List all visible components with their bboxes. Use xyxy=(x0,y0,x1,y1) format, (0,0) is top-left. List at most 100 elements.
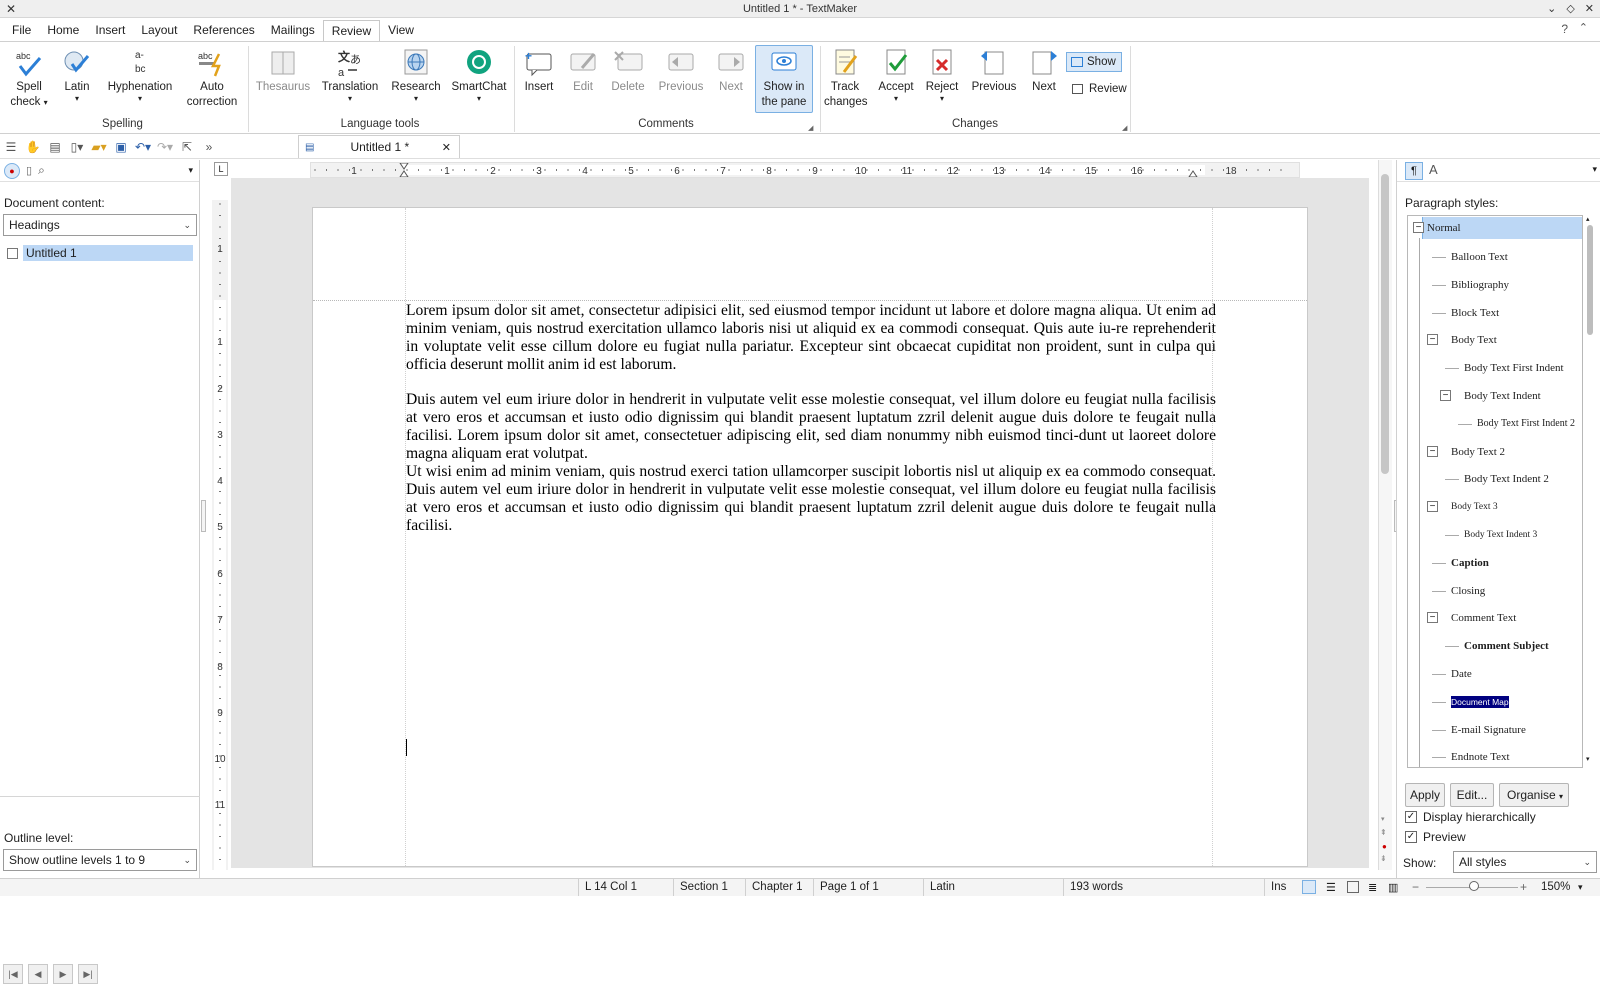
zoom-level[interactable]: 150% xyxy=(1541,879,1570,896)
hyphenation-button[interactable]: a-bc Hyphenation ▾ xyxy=(104,46,176,103)
pointer-icon[interactable]: ⇱ xyxy=(176,136,198,158)
display-hierarchically-checkbox[interactable]: ✓ xyxy=(1405,811,1417,823)
outline-view-icon[interactable]: ☰ xyxy=(1326,880,1336,897)
first-item-button[interactable]: |◀ xyxy=(3,964,23,984)
style-item[interactable]: Document Map xyxy=(1408,691,1582,713)
styles-list-scrollbar[interactable]: ▴ ▾ xyxy=(1585,215,1595,768)
style-item[interactable]: − Body Text 2 xyxy=(1408,441,1582,463)
collapse-node-icon[interactable]: − xyxy=(1427,334,1438,346)
search-icon[interactable]: ⌕ xyxy=(38,163,45,178)
previous-change-button[interactable]: Previous xyxy=(968,46,1020,95)
collapse-node-icon[interactable]: − xyxy=(1427,612,1438,624)
full-screen-icon[interactable]: ▥ xyxy=(1388,880,1398,897)
previous-comment-button[interactable]: Previous xyxy=(656,46,706,95)
left-splitter-handle[interactable] xyxy=(201,500,206,532)
menu-layout[interactable]: Layout xyxy=(133,20,185,40)
style-item[interactable]: Balloon Text xyxy=(1408,246,1582,268)
sidebar-menu-icon[interactable]: ▾ xyxy=(1592,164,1597,175)
close-tab-icon[interactable]: ✕ xyxy=(442,141,451,154)
navigator-icon[interactable]: ● xyxy=(4,162,20,179)
next-item-button[interactable]: ▶ xyxy=(53,964,73,984)
accept-button[interactable]: Accept ▾ xyxy=(876,46,916,103)
normal-view-icon[interactable] xyxy=(1302,880,1316,894)
collapse-node-icon[interactable]: − xyxy=(1413,222,1424,233)
sidebar-menu-icon[interactable]: ▾ xyxy=(188,165,193,176)
collapse-node-icon[interactable]: − xyxy=(1427,445,1438,457)
show-styles-select[interactable]: All styles ⌄ xyxy=(1453,851,1597,873)
thesaurus-button[interactable]: Thesaurus xyxy=(254,46,312,95)
close-icon[interactable]: ✕ xyxy=(6,0,16,18)
previous-page-icon[interactable]: ⇞ xyxy=(1380,828,1387,837)
edit-mode-icon[interactable]: ▤ xyxy=(44,136,66,158)
style-item[interactable]: Body Text Indent 2 xyxy=(1408,468,1582,490)
zoom-menu-icon[interactable]: ▾ xyxy=(1578,879,1583,896)
translation-button[interactable]: 文あa Translation ▾ xyxy=(318,46,382,103)
document-page[interactable]: Lorem ipsum dolor sit amet, consectetur … xyxy=(312,207,1308,867)
hamburger-menu-icon[interactable]: ☰ xyxy=(0,136,22,158)
track-changes-button[interactable]: Track changes xyxy=(824,46,867,110)
menu-file[interactable]: File xyxy=(4,20,39,40)
insert-comment-button[interactable]: + Insert xyxy=(520,46,558,95)
preview-checkbox[interactable]: ✓ xyxy=(1405,831,1417,843)
zoom-in-icon[interactable]: + xyxy=(1520,879,1527,896)
collapse-node-icon[interactable]: − xyxy=(1427,501,1438,513)
next-change-button[interactable]: Next xyxy=(1026,46,1062,95)
spell-check-button[interactable]: abc Spell check ▾ xyxy=(8,46,50,110)
redo-icon[interactable]: ↷▾ xyxy=(154,136,176,158)
style-item[interactable]: − Body Text xyxy=(1408,329,1582,351)
last-item-button[interactable]: ▶| xyxy=(78,964,98,984)
show-markup-button[interactable]: Show xyxy=(1066,52,1122,72)
page-view-icon[interactable] xyxy=(1347,881,1359,893)
delete-comment-button[interactable]: Delete xyxy=(606,46,650,95)
previous-item-button[interactable]: ◀ xyxy=(28,964,48,984)
tree-checkbox[interactable] xyxy=(7,247,18,259)
scroll-thumb[interactable] xyxy=(1587,225,1593,335)
style-dropdown-icon[interactable]: ▾ xyxy=(1582,217,1583,239)
research-button[interactable]: Research ▾ xyxy=(388,46,444,103)
restore-icon[interactable]: ◇ xyxy=(1566,0,1574,18)
overflow-icon[interactable]: » xyxy=(198,136,220,158)
menu-mailings[interactable]: Mailings xyxy=(263,20,323,40)
scroll-down-arrow[interactable]: ▾ xyxy=(1381,815,1385,823)
edit-style-button[interactable]: Edit... xyxy=(1450,783,1494,807)
scroll-thumb[interactable] xyxy=(1381,174,1389,474)
master-page-view-icon[interactable]: ≣ xyxy=(1368,880,1377,897)
comments-dialog-launcher-icon[interactable]: ◢ xyxy=(808,124,813,132)
apply-button[interactable]: Apply xyxy=(1405,783,1445,807)
style-item[interactable]: − Comment Text xyxy=(1408,607,1582,629)
style-item[interactable]: −Normal ▾ xyxy=(1413,217,1583,239)
style-item[interactable]: Body Text Indent 3 xyxy=(1408,524,1582,546)
scroll-down-arrow[interactable]: ▾ xyxy=(1586,755,1590,763)
scroll-up-arrow[interactable]: ▴ xyxy=(1586,215,1590,223)
menu-home[interactable]: Home xyxy=(39,20,87,40)
style-item[interactable]: Block Text xyxy=(1408,302,1582,324)
hand-tool-icon[interactable]: ✋ xyxy=(22,136,44,158)
next-page-icon[interactable]: ⇟ xyxy=(1380,854,1387,863)
zoom-out-icon[interactable]: − xyxy=(1412,879,1419,896)
horizontal-ruler[interactable]: 1 1 2 3 4 5 6 7 8 9 10 11 12 13 14 15 16 18 xyxy=(310,162,1300,178)
zoom-slider-thumb[interactable] xyxy=(1469,881,1479,891)
document-tab[interactable]: ▤ Untitled 1 * ✕ xyxy=(298,135,460,158)
help-icon[interactable]: ? xyxy=(1561,22,1568,36)
next-comment-button[interactable]: Next xyxy=(712,46,750,95)
save-icon[interactable]: ▣ xyxy=(110,136,132,158)
tab-stop-selector[interactable]: L xyxy=(214,162,228,176)
style-item[interactable]: − Body Text Indent xyxy=(1408,385,1582,407)
style-item[interactable]: Bibliography xyxy=(1408,274,1582,296)
smartchat-button[interactable]: SmartChat ▾ xyxy=(450,46,508,103)
menu-review[interactable]: Review xyxy=(322,19,381,41)
changes-dialog-launcher-icon[interactable]: ◢ xyxy=(1122,124,1127,132)
organise-button[interactable]: Organise ▾ xyxy=(1499,783,1569,807)
document-body[interactable]: Lorem ipsum dolor sit amet, consectetur … xyxy=(406,302,1216,535)
reject-button[interactable]: Reject ▾ xyxy=(922,46,962,103)
tree-item[interactable]: Untitled 1 xyxy=(7,244,193,262)
style-item[interactable]: − Body Text 3 xyxy=(1408,496,1582,518)
vertical-ruler[interactable]: 11234567891011 xyxy=(212,200,228,870)
style-item[interactable]: E-mail Signature xyxy=(1408,719,1582,741)
undo-icon[interactable]: ↶▾ xyxy=(132,136,154,158)
style-item[interactable]: Endnote Text xyxy=(1408,746,1582,767)
collapse-ribbon-icon[interactable]: ⌃ xyxy=(1579,21,1588,34)
maximize-icon[interactable]: ✕ xyxy=(1585,0,1594,18)
menu-view[interactable]: View xyxy=(380,20,422,40)
edit-comment-button[interactable]: Edit xyxy=(566,46,600,95)
